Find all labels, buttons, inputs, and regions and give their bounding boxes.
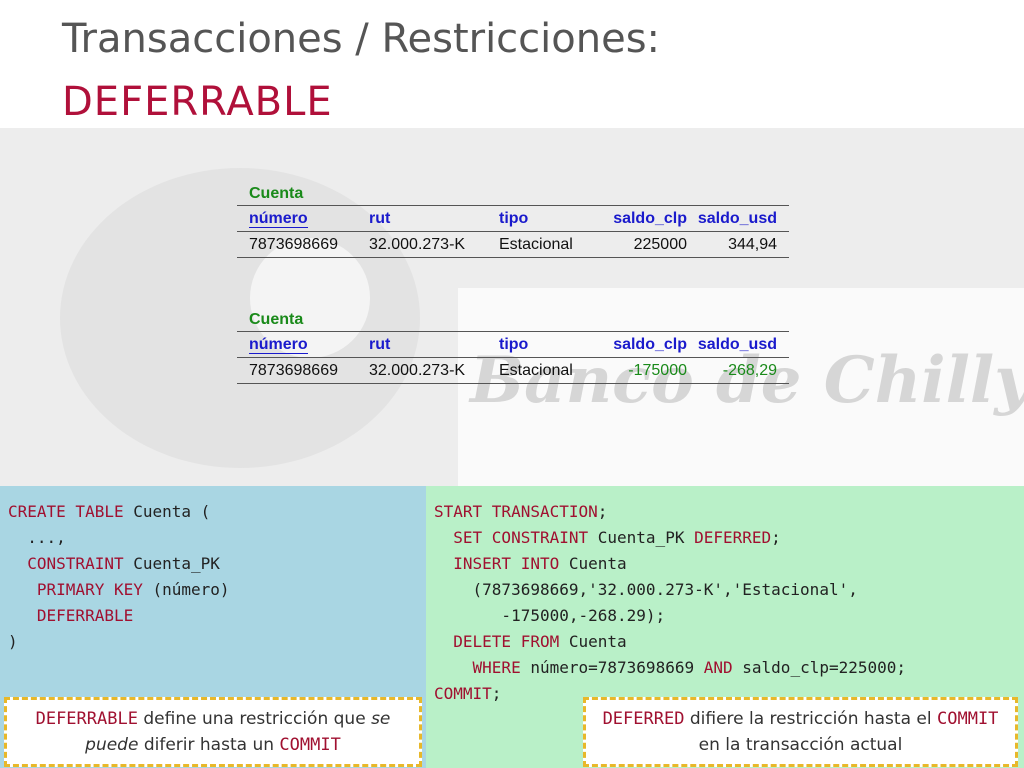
table-after: Cuenta número rut tipo saldo_clp saldo_u… bbox=[237, 309, 789, 384]
code-line: (7873698669,'32.000.273-K','Estacional', bbox=[434, 580, 858, 599]
code-line: SET CONSTRAINT Cuenta_PK DEFERRED; bbox=[434, 528, 781, 547]
table-cell: 7873698669 bbox=[249, 236, 338, 253]
header-cell: tipo bbox=[499, 336, 529, 353]
header-cell: saldo_usd bbox=[697, 336, 777, 353]
table-cell: Estacional bbox=[499, 236, 573, 253]
code-line: CREATE TABLE Cuenta ( bbox=[8, 502, 211, 521]
code-line: WHERE número=7873698669 AND saldo_clp=22… bbox=[434, 658, 907, 677]
code-line: DELETE FROM Cuenta bbox=[434, 632, 627, 651]
table-cell: 32.000.273-K bbox=[369, 236, 466, 253]
table-caption: Cuenta bbox=[249, 185, 304, 202]
code-line: CONSTRAINT Cuenta_PK bbox=[8, 554, 220, 573]
table-before: Cuenta número rut tipo saldo_clp saldo_u… bbox=[237, 183, 789, 258]
code-line: INSERT INTO Cuenta bbox=[434, 554, 627, 573]
table-cell: 7873698669 bbox=[249, 362, 338, 379]
table-cell: -268,29 bbox=[722, 362, 777, 379]
header-cell: rut bbox=[369, 210, 391, 227]
background-photo: Banco de Chilly bbox=[0, 128, 1024, 486]
table-row: 7873698669 32.000.273-K Estacional 22500… bbox=[237, 232, 789, 258]
note-deferred: DEFERRED difiere la restricción hasta el… bbox=[583, 697, 1018, 767]
header-cell: número bbox=[249, 210, 308, 228]
code-line: -175000,-268.29); bbox=[434, 606, 666, 625]
header-cell: saldo_clp bbox=[613, 336, 687, 353]
code-line: START TRANSACTION; bbox=[434, 502, 608, 521]
table-cell: -175000 bbox=[628, 362, 687, 379]
code-line: ) bbox=[8, 632, 18, 651]
header-cell: tipo bbox=[499, 210, 529, 227]
slide-subtitle: DEFERRABLE bbox=[62, 79, 333, 125]
table-cell: 225000 bbox=[633, 236, 687, 253]
code-line: PRIMARY KEY (número) bbox=[8, 580, 230, 599]
header-cell: rut bbox=[369, 336, 391, 353]
table-cell: 32.000.273-K bbox=[369, 362, 466, 379]
header-cell: saldo_clp bbox=[613, 210, 687, 227]
header-cell: saldo_usd bbox=[697, 210, 777, 227]
slide-title: Transacciones / Restricciones: bbox=[62, 16, 661, 62]
header-cell: número bbox=[249, 336, 308, 354]
code-line: DEFERRABLE bbox=[8, 606, 134, 625]
table-cell: Estacional bbox=[499, 362, 573, 379]
note-deferrable: DEFERRABLE define una restricción que se… bbox=[4, 697, 422, 767]
code-line: ..., bbox=[8, 528, 66, 547]
table-caption: Cuenta bbox=[249, 311, 304, 328]
table-header-row: número rut tipo saldo_clp saldo_usd bbox=[237, 331, 789, 358]
table-row: 7873698669 32.000.273-K Estacional -1750… bbox=[237, 358, 789, 384]
table-header-row: número rut tipo saldo_clp saldo_usd bbox=[237, 205, 789, 232]
table-cell: 344,94 bbox=[728, 236, 777, 253]
